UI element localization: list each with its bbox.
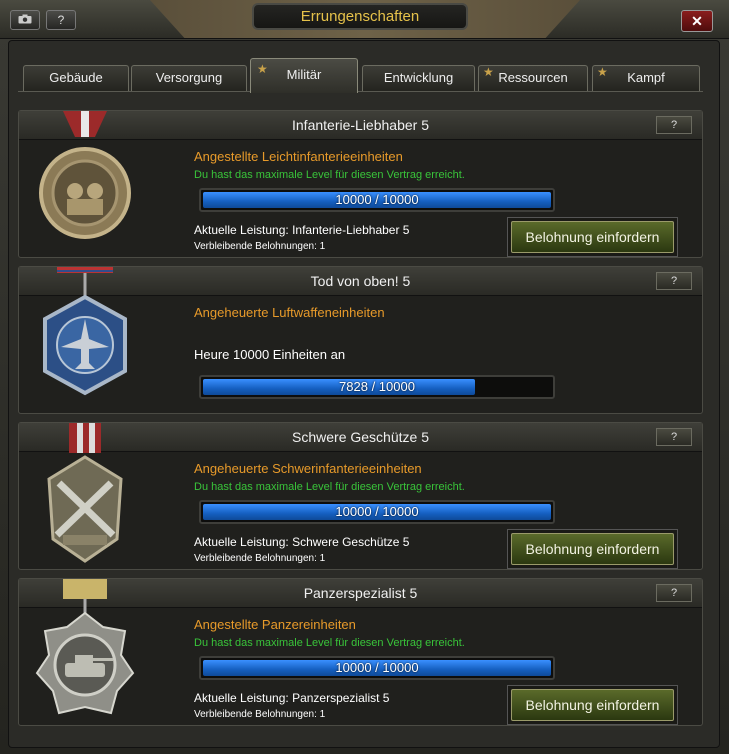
- achievement-help-button[interactable]: ?: [656, 428, 692, 446]
- tab-gebaeude[interactable]: Gebäude: [23, 65, 129, 91]
- infantry-medal-icon: [39, 111, 131, 239]
- achievement-panel: Panzerspezialist 5 ? Angestellte Panzere…: [18, 578, 703, 726]
- tab-label: Militär: [286, 67, 322, 82]
- remaining-rewards: Verbleibende Belohnungen: 1: [194, 553, 326, 564]
- close-button[interactable]: ✕: [681, 10, 713, 32]
- current-achievement: Aktuelle Leistung: Panzerspezialist 5: [194, 691, 390, 705]
- star-icon: ★: [483, 65, 494, 79]
- progress-text: 10000 / 10000: [335, 504, 419, 519]
- max-level-message: Du hast das maximale Level für diesen Ve…: [194, 481, 465, 493]
- remaining-rewards: Verbleibende Belohnungen: 1: [194, 241, 326, 252]
- tabs-divider: [18, 91, 703, 92]
- achievement-category: Angeheuerte Luftwaffeneinheiten: [194, 305, 385, 320]
- claim-reward-button[interactable]: Belohnung einfordern: [511, 221, 674, 253]
- heavy-guns-medal-icon: [47, 423, 123, 563]
- current-achievement: Aktuelle Leistung: Infanterie-Liebhaber …: [194, 223, 410, 237]
- progress-text: 7828 / 10000: [339, 379, 415, 394]
- progress-bar: 10000 / 10000: [199, 656, 555, 680]
- star-icon: ★: [257, 62, 268, 76]
- remaining-rewards: Verbleibende Belohnungen: 1: [194, 709, 326, 720]
- claim-reward-button[interactable]: Belohnung einfordern: [511, 533, 674, 565]
- claim-reward-button[interactable]: Belohnung einfordern: [511, 689, 674, 721]
- window-help-button[interactable]: ?: [46, 10, 76, 30]
- progress-text: 10000 / 10000: [335, 660, 419, 675]
- tab-label: Gebäude: [49, 70, 103, 85]
- tab-label: Versorgung: [155, 70, 223, 85]
- achievement-panel: Schwere Geschütze 5 ? Angeheuerte Schwer…: [18, 422, 703, 570]
- achievement-help-button[interactable]: ?: [656, 584, 692, 602]
- tank-medal-icon: [35, 579, 135, 715]
- progress-bar: 10000 / 10000: [199, 500, 555, 524]
- window-title: Errungenschaften: [252, 3, 468, 30]
- camera-icon: [18, 13, 32, 27]
- tab-ressourcen[interactable]: ★ Ressourcen: [478, 65, 588, 91]
- star-icon: ★: [597, 65, 608, 79]
- tab-entwicklung[interactable]: Entwicklung: [362, 65, 475, 91]
- tab-kampf[interactable]: ★ Kampf: [592, 65, 700, 91]
- current-achievement: Aktuelle Leistung: Schwere Geschütze 5: [194, 535, 410, 549]
- tab-label: Entwicklung: [383, 70, 454, 85]
- achievement-category: Angeheuerte Schwerinfanterieeinheiten: [194, 461, 422, 476]
- tab-militaer[interactable]: ★ Militär: [250, 58, 358, 93]
- max-level-message: Du hast das maximale Level für diesen Ve…: [194, 169, 465, 181]
- achievement-help-button[interactable]: ?: [656, 272, 692, 290]
- achievement-task: Heure 10000 Einheiten an: [194, 347, 346, 362]
- max-level-message: Du hast das maximale Level für diesen Ve…: [194, 637, 465, 649]
- tab-versorgung[interactable]: Versorgung: [131, 65, 247, 91]
- progress-bar: 7828 / 10000: [199, 375, 555, 399]
- tab-label: Kampf: [627, 70, 665, 85]
- achievement-category: Angestellte Leichtinfanterieeinheiten: [194, 149, 403, 164]
- progress-text: 10000 / 10000: [335, 192, 419, 207]
- achievements-window: ? Errungenschaften ✕ Gebäude Versorgung …: [0, 0, 729, 754]
- tab-label: Ressourcen: [498, 70, 568, 85]
- achievement-category: Angestellte Panzereinheiten: [194, 617, 356, 632]
- achievement-help-button[interactable]: ?: [656, 116, 692, 134]
- screenshot-button[interactable]: [10, 10, 40, 30]
- achievement-panel: Tod von oben! 5 ? Angeheuerte Luftwaffen…: [18, 266, 703, 414]
- airforce-medal-icon: [43, 267, 127, 396]
- progress-bar: 10000 / 10000: [199, 188, 555, 212]
- achievement-panel: Infanterie-Liebhaber 5 ? Angestellte Lei…: [18, 110, 703, 258]
